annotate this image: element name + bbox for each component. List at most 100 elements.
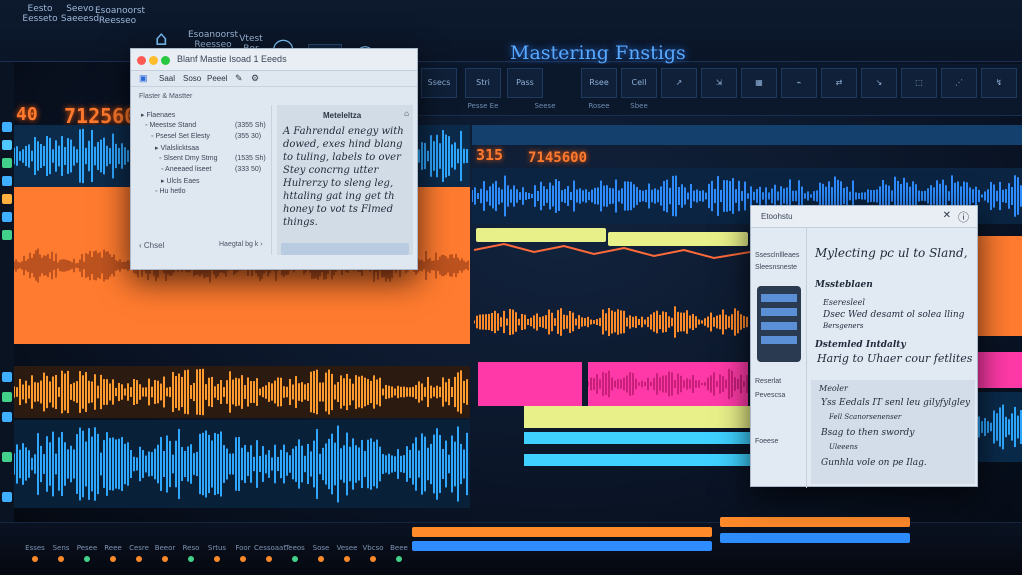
tb2-tool-5[interactable]: ⇄ xyxy=(821,68,857,98)
editor-menubar: ▣ Saal Soso Peeel ✎ ⚙ xyxy=(131,71,417,87)
clip-pink-edge[interactable] xyxy=(976,352,1022,388)
tb2-tool-4[interactable]: ⌁ xyxy=(781,68,817,98)
rail-marker[interactable] xyxy=(2,372,12,382)
tree-item-label: Ulcls Eaes xyxy=(166,178,200,185)
app-menu-icon[interactable]: ▣ xyxy=(139,73,148,84)
sidebar-item[interactable]: Foeese xyxy=(755,438,778,445)
rail-marker[interactable] xyxy=(2,392,12,402)
clip-yellow-3[interactable] xyxy=(524,406,750,428)
tb2-button-1[interactable]: Ssecs xyxy=(421,68,457,98)
rail-marker[interactable] xyxy=(2,122,12,132)
track-left-4[interactable] xyxy=(14,420,470,508)
rail-marker[interactable] xyxy=(2,194,12,204)
track-edge-blue[interactable] xyxy=(976,392,1022,462)
device-row xyxy=(761,308,797,316)
tree-item[interactable]: ◦ Hu hetlo xyxy=(155,188,186,195)
track-left-3[interactable] xyxy=(14,366,470,418)
notes-list-item: Gunhla vole on pe Ilag. xyxy=(821,458,927,468)
panel-pin-icon[interactable]: ⌂ xyxy=(404,109,409,118)
tree-item[interactable]: ▸ Vlalslicktsaa xyxy=(155,144,199,152)
transport-led[interactable] xyxy=(84,556,90,562)
automation-lane[interactable] xyxy=(474,240,750,268)
notes-list-item: Yss Eedals IT senl leu gilyfylgley xyxy=(821,398,971,408)
toolbar-button-3[interactable]: Esoanoorst Reesseo xyxy=(95,6,145,26)
waveform-orange-dense xyxy=(14,368,468,416)
tb2-tool-1[interactable]: ↗ xyxy=(661,68,697,98)
clip-pink-2[interactable] xyxy=(588,362,748,406)
rail-marker[interactable] xyxy=(2,140,12,150)
time-counter-track2-left: 315 xyxy=(476,146,504,164)
sidebar-item[interactable]: Sleesnsneste xyxy=(755,264,797,271)
transport-led[interactable] xyxy=(110,556,116,562)
tb2-tool-9[interactable]: ↯ xyxy=(981,68,1017,98)
tb2-button-4[interactable]: Rsee xyxy=(581,68,617,98)
transport-led[interactable] xyxy=(240,556,246,562)
transport-led[interactable] xyxy=(58,556,64,562)
tb2-tool-8[interactable]: ⋰ xyxy=(941,68,977,98)
tree-item[interactable]: ◦ Slsent Dmy Stmg xyxy=(159,155,218,162)
tree-item[interactable]: ▸ Ulcls Eaes xyxy=(161,177,200,185)
menu-item-2[interactable]: Soso xyxy=(183,74,201,83)
clip-pink-1[interactable] xyxy=(478,362,582,406)
tb2-tool-6[interactable]: ↘ xyxy=(861,68,897,98)
close-icon[interactable]: ✕ xyxy=(943,210,951,221)
footer-forward-button[interactable]: Haegtal bg k › xyxy=(219,241,263,248)
menu-item-1[interactable]: Saal xyxy=(159,74,175,83)
rail-marker[interactable] xyxy=(2,412,12,422)
clip-cyan-1[interactable] xyxy=(524,432,750,444)
tree-item[interactable]: ▸ Flaenaes xyxy=(141,111,175,119)
time-counter-left: 40 xyxy=(16,104,38,125)
info-icon[interactable]: ⓘ xyxy=(958,209,969,225)
tb2-tool-3[interactable]: ▦ xyxy=(741,68,777,98)
close-icon[interactable] xyxy=(137,56,146,65)
track-right-orange[interactable] xyxy=(474,302,750,342)
clip-cyan-2[interactable] xyxy=(524,454,750,466)
tb2-button-5[interactable]: Cell xyxy=(621,68,657,98)
edit-icon[interactable]: ✎ xyxy=(235,73,243,84)
tb2-tool-7[interactable]: ⬚ xyxy=(901,68,937,98)
transport-led[interactable] xyxy=(344,556,350,562)
rail-marker[interactable] xyxy=(2,230,12,240)
transport-led[interactable] xyxy=(292,556,298,562)
notes-scrollbar[interactable] xyxy=(281,243,409,255)
transport-led[interactable] xyxy=(32,556,38,562)
toolbar-button-4[interactable]: Esoanoorst Reesseo xyxy=(188,30,238,50)
tree-item-value: (3355 Sh) xyxy=(235,122,266,129)
settings-icon[interactable]: ⚙ xyxy=(251,73,259,84)
tb2-button-2[interactable]: Stri xyxy=(465,68,501,98)
transport-led[interactable] xyxy=(188,556,194,562)
transport-led[interactable] xyxy=(162,556,168,562)
rail-marker[interactable] xyxy=(2,158,12,168)
sidebar-item[interactable]: Reserlat xyxy=(755,378,781,385)
sidebar-item[interactable]: Ssesclnllleaes xyxy=(755,252,799,259)
transport-led[interactable] xyxy=(136,556,142,562)
tree-item[interactable]: ◦ Meestse Stand xyxy=(145,122,196,129)
tb2-label-2: Pesse Ee xyxy=(467,102,499,110)
rail-marker[interactable] xyxy=(2,212,12,222)
tree-item[interactable]: ◦ Aneeaed liseet xyxy=(161,166,211,173)
maximize-icon[interactable] xyxy=(161,56,170,65)
rail-marker[interactable] xyxy=(2,492,12,502)
tree-item[interactable]: ◦ Psesel Set Elesty xyxy=(151,133,210,140)
rail-marker[interactable] xyxy=(2,176,12,186)
transport-led[interactable] xyxy=(266,556,272,562)
clip-orange-edge[interactable] xyxy=(976,236,1022,336)
toolbar-button-1[interactable]: Eesto Eesseto xyxy=(20,4,60,24)
sidebar-item[interactable]: Pevescsa xyxy=(755,392,785,399)
footer-back-button[interactable]: ‹ Chsel xyxy=(139,241,164,250)
device-preview xyxy=(757,286,801,362)
transport-led[interactable] xyxy=(396,556,402,562)
transport-led[interactable] xyxy=(318,556,324,562)
minimize-icon[interactable] xyxy=(149,56,158,65)
transport-led[interactable] xyxy=(214,556,220,562)
home-icon[interactable]: ⌂ xyxy=(155,26,168,50)
notes-titlebar[interactable]: Etoohstu ✕ ⓘ xyxy=(751,206,977,228)
menu-item-3[interactable]: Peeel xyxy=(207,74,227,83)
editor-titlebar[interactable]: Blanf Mastie Isoad 1 Eeeds xyxy=(131,49,417,71)
tb2-label-5: Sbee xyxy=(630,102,648,110)
rail-marker[interactable] xyxy=(2,452,12,462)
transport-led[interactable] xyxy=(370,556,376,562)
toolbar-button-2[interactable]: Seevo Saeeesd xyxy=(60,4,100,24)
tb2-tool-2[interactable]: ⇲ xyxy=(701,68,737,98)
tb2-button-3[interactable]: Pass xyxy=(507,68,543,98)
